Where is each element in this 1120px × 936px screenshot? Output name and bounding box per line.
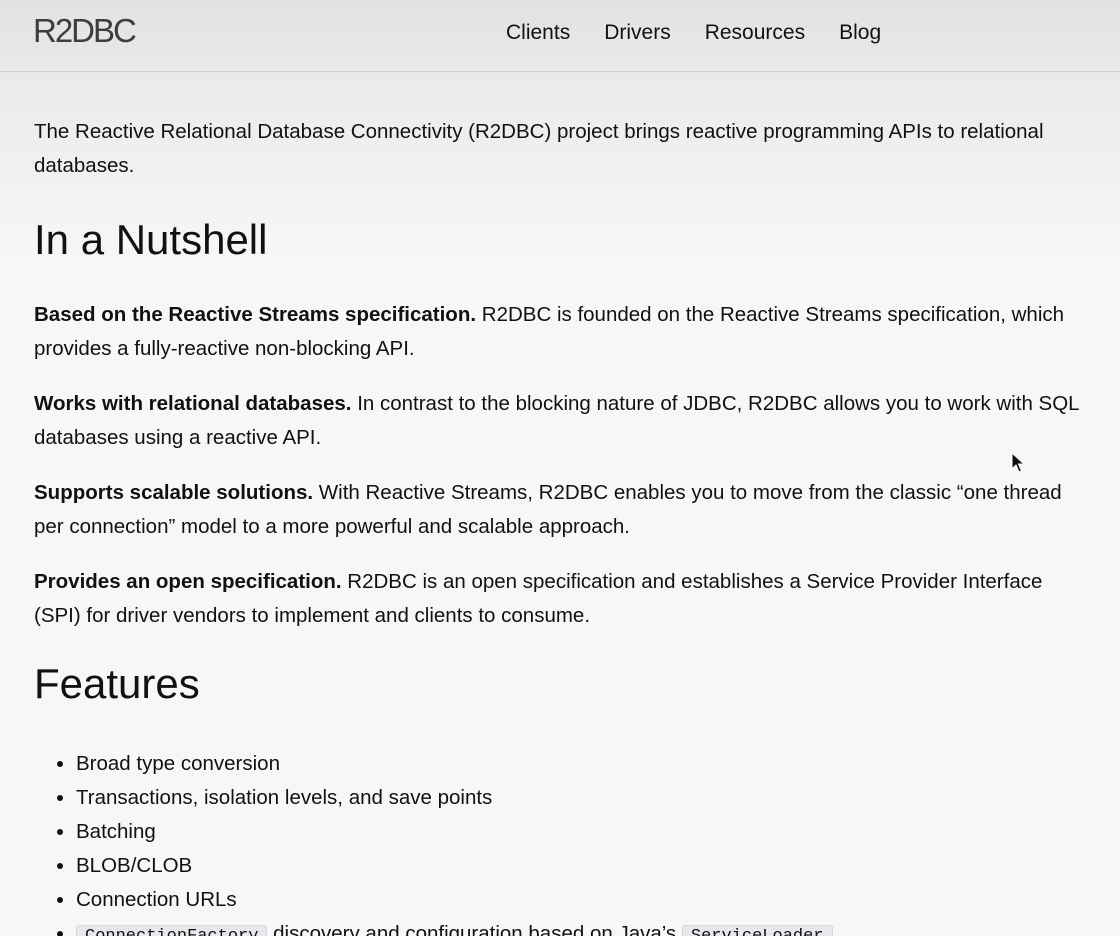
features-heading: Features bbox=[34, 660, 200, 707]
main-nav: Clients Drivers Resources Blog bbox=[506, 20, 915, 46]
code-connectionfactory: ConnectionFactory bbox=[76, 925, 268, 936]
code-serviceloader: ServiceLoader bbox=[681, 925, 833, 936]
nav-drivers-link[interactable]: Drivers bbox=[604, 20, 671, 46]
page: R2DBC Clients Drivers Resources Blog The… bbox=[0, 0, 1120, 936]
nutshell-item: Works with relational databases. In cont… bbox=[34, 387, 1084, 455]
nutshell-item-title: Based on the Reactive Streams specificat… bbox=[34, 303, 477, 326]
list-item-text: discovery and configuration based on Jav… bbox=[273, 922, 677, 936]
nutshell-item-title: Supports scalable solutions. bbox=[34, 481, 314, 504]
mouse-cursor-icon bbox=[1011, 452, 1025, 473]
site-logo[interactable]: R2DBC bbox=[33, 13, 137, 49]
list-item: Broad type conversion bbox=[76, 747, 1084, 781]
nav-blog-link[interactable]: Blog bbox=[839, 20, 881, 46]
list-item: Transactions, isolation levels, and save… bbox=[76, 781, 1084, 815]
nav-clients-link[interactable]: Clients bbox=[506, 20, 570, 46]
nutshell-item: Supports scalable solutions. With Reacti… bbox=[34, 476, 1084, 544]
intro-paragraph: The Reactive Relational Database Connect… bbox=[34, 120, 1044, 177]
features-list: Broad type conversion Transactions, isol… bbox=[34, 747, 1084, 936]
nutshell-item-title: Works with relational databases. bbox=[34, 392, 352, 415]
list-item: Connection URLs bbox=[76, 883, 1084, 917]
site-header: R2DBC Clients Drivers Resources Blog bbox=[0, 0, 1120, 72]
nutshell-item: Provides an open specification. R2DBC is… bbox=[34, 565, 1084, 633]
main-content: The Reactive Relational Database Connect… bbox=[34, 115, 1084, 936]
list-item: BLOB/CLOB bbox=[76, 849, 1084, 883]
nav-resources-link[interactable]: Resources bbox=[705, 20, 805, 46]
nutshell-heading: In a Nutshell bbox=[34, 216, 268, 263]
list-item: Batching bbox=[76, 815, 1084, 849]
nutshell-item: Based on the Reactive Streams specificat… bbox=[34, 298, 1084, 366]
list-item: ConnectionFactory discovery and configur… bbox=[76, 917, 1084, 936]
nutshell-item-title: Provides an open specification. bbox=[34, 570, 342, 593]
